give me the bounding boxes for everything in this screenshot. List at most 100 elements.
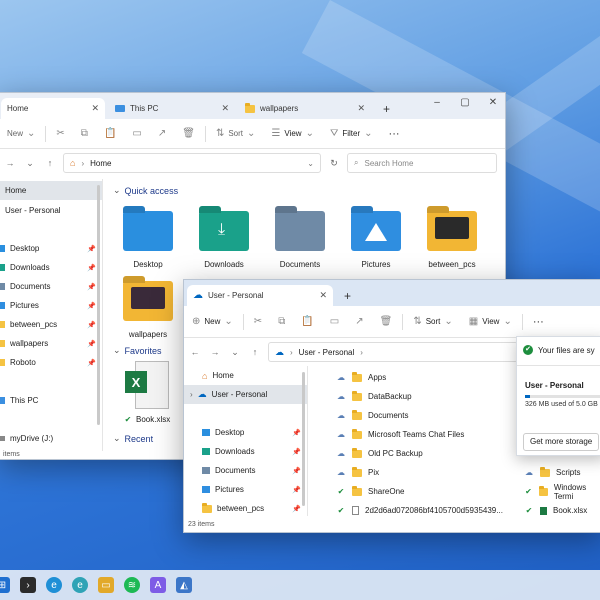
recent-header[interactable]: ⌄ Recent <box>113 433 153 444</box>
close-tab-icon[interactable]: ✕ <box>357 103 365 114</box>
start-icon[interactable]: ⊞ <box>0 577 10 593</box>
delete-icon[interactable]: 🗑 <box>174 122 203 146</box>
sidebar-item-home[interactable]: Home <box>0 181 102 200</box>
forward-arrow-icon[interactable]: → <box>3 158 17 168</box>
list-item[interactable]: ✔ 2d2d6ad072086bf4105700d5935439... <box>336 501 503 520</box>
pin-icon[interactable]: 📌 <box>87 359 96 367</box>
refresh-icon[interactable]: ↻ <box>327 158 341 169</box>
pin-icon[interactable]: 📌 <box>292 429 301 437</box>
view-button[interactable]: ☰ View ⌄ <box>263 122 322 146</box>
sidebar-item-downloads[interactable]: Downloads 📌 <box>184 442 307 461</box>
tab-user-personal[interactable]: ☁ User - Personal ✕ <box>187 285 333 306</box>
share-icon[interactable]: ↗ <box>150 122 174 146</box>
new-tab-button[interactable]: + <box>338 285 357 306</box>
close-tab-icon[interactable]: ✕ <box>91 103 99 114</box>
cut-icon[interactable]: ✂ <box>48 122 72 146</box>
scrollbar[interactable] <box>302 372 305 506</box>
sidebar-item-roboto[interactable]: Roboto 📌 <box>0 353 102 372</box>
pin-icon[interactable]: 📌 <box>292 505 301 513</box>
copy-icon[interactable]: ⧉ <box>73 122 96 146</box>
tab-home[interactable]: Home ✕ <box>1 98 105 119</box>
list-item[interactable]: ✔ Book.xlsx <box>524 501 588 520</box>
pin-icon[interactable]: 📌 <box>87 302 96 310</box>
sidebar-item-pictures[interactable]: Pictures 📌 <box>184 480 307 499</box>
photos-icon[interactable]: ◭ <box>176 577 192 593</box>
sidebar-item-wallpapers[interactable]: wallpapers 📌 <box>0 334 102 353</box>
rename-icon[interactable]: ▭ <box>124 122 149 146</box>
list-item[interactable]: ☁ Scripts <box>524 463 580 482</box>
sidebar-item-home[interactable]: ⌂ Home <box>184 366 307 385</box>
paste-icon[interactable]: 📋 <box>293 310 321 334</box>
address-bar[interactable]: ⌂ › Home ⌄ <box>63 153 321 173</box>
chevron-down-icon[interactable]: ⌄ <box>228 347 242 358</box>
app-icon[interactable]: A <box>150 577 166 593</box>
breadcrumb[interactable]: Home <box>90 159 111 168</box>
breadcrumb[interactable]: User - Personal <box>299 348 355 357</box>
filter-button[interactable]: ⛛ Filter ⌄ <box>322 122 381 146</box>
sidebar-item-this-pc[interactable]: This PC <box>0 391 102 410</box>
up-arrow-icon[interactable]: ↑ <box>43 158 57 168</box>
edge-icon[interactable]: e <box>46 577 62 593</box>
tab-this-pc[interactable]: This PC ✕ <box>109 98 235 119</box>
quick-access-header[interactable]: ⌄ Quick access <box>113 185 178 196</box>
pin-icon[interactable]: 📌 <box>292 448 301 456</box>
chevron-down-icon[interactable]: ⌄ <box>307 159 314 168</box>
address-bar[interactable]: ☁ › User - Personal › <box>268 342 518 362</box>
copy-icon[interactable]: ⧉ <box>270 310 293 334</box>
spotify-icon[interactable]: ≋ <box>124 577 140 593</box>
sidebar-item-between-pcs[interactable]: between_pcs 📌 <box>184 499 307 518</box>
pin-icon[interactable]: 📌 <box>87 321 96 329</box>
cut-icon[interactable]: ✂ <box>246 310 270 334</box>
new-tab-button[interactable]: + <box>377 98 396 119</box>
pin-icon[interactable]: 📌 <box>87 283 96 291</box>
get-more-storage-button[interactable]: Get more storage <box>523 433 600 451</box>
scrollbar[interactable] <box>97 185 100 425</box>
more-options-icon[interactable]: ··· <box>381 122 408 146</box>
rename-icon[interactable]: ▭ <box>322 310 347 334</box>
paste-icon[interactable]: 📋 <box>96 122 124 146</box>
list-item[interactable]: ☁ DataBackup <box>336 387 412 406</box>
terminal-icon[interactable]: › <box>20 577 36 593</box>
pin-icon[interactable]: 📌 <box>87 245 96 253</box>
list-item[interactable]: ☁ Pix <box>336 463 379 482</box>
sidebar-item-desktop[interactable]: Desktop 📌 <box>0 239 102 258</box>
sidebar-item-between-pcs[interactable]: between_pcs 📌 <box>0 315 102 334</box>
new-button[interactable]: ⊕ New ⌄ <box>184 310 241 334</box>
view-button[interactable]: ▦ View ⌄ <box>461 310 520 334</box>
sidebar-item-desktop[interactable]: Desktop 📌 <box>184 423 307 442</box>
list-item[interactable]: ☁ Microsoft Teams Chat Files <box>336 425 464 444</box>
up-arrow-icon[interactable]: ↑ <box>248 347 262 357</box>
pin-icon[interactable]: 📌 <box>87 340 96 348</box>
back-arrow-icon[interactable]: ← <box>188 347 202 357</box>
chevron-down-icon[interactable]: ⌄ <box>23 158 37 169</box>
close-tab-icon[interactable]: ✕ <box>319 290 327 301</box>
sidebar-item-documents[interactable]: Documents 📌 <box>184 461 307 480</box>
sort-button[interactable]: ⇅ Sort ⌄ <box>405 310 460 334</box>
more-options-icon[interactable]: ··· <box>525 310 552 334</box>
maximize-icon[interactable]: ▢ <box>455 97 475 108</box>
edge-beta-icon[interactable]: e <box>72 577 88 593</box>
pin-icon[interactable]: 📌 <box>87 264 96 272</box>
sidebar-item-mydrive[interactable]: myDrive (J:) <box>0 429 102 448</box>
sidebar-item-documents[interactable]: Documents 📌 <box>0 277 102 296</box>
minimize-icon[interactable]: – <box>427 97 447 108</box>
list-item[interactable]: ✔ ShareOne <box>336 482 404 501</box>
list-item[interactable]: ☁ Old PC Backup <box>336 444 423 463</box>
favorites-header[interactable]: ⌄ Favorites <box>113 345 162 356</box>
share-icon[interactable]: ↗ <box>347 310 371 334</box>
forward-arrow-icon[interactable]: → <box>208 347 222 357</box>
close-icon[interactable]: ✕ <box>483 97 503 108</box>
search-input[interactable]: ⌕ Search Home <box>347 153 497 173</box>
pin-icon[interactable]: 📌 <box>292 486 301 494</box>
sidebar-item-onedrive[interactable]: User - Personal <box>0 201 102 220</box>
sidebar-item-pictures[interactable]: Pictures 📌 <box>0 296 102 315</box>
pin-icon[interactable]: 📌 <box>292 467 301 475</box>
delete-icon[interactable]: 🗑 <box>372 310 401 334</box>
close-tab-icon[interactable]: ✕ <box>221 103 229 114</box>
list-item[interactable]: ☁ Apps <box>336 368 386 387</box>
sort-button[interactable]: ⇅ Sort ⌄ <box>208 122 263 146</box>
sidebar-item-onedrive[interactable]: › ☁ User - Personal <box>184 385 307 404</box>
list-item[interactable]: ☁ Documents <box>336 406 408 425</box>
tab-wallpapers[interactable]: wallpapers ✕ <box>239 98 371 119</box>
list-item[interactable]: ✔ Windows Termi <box>524 482 600 501</box>
